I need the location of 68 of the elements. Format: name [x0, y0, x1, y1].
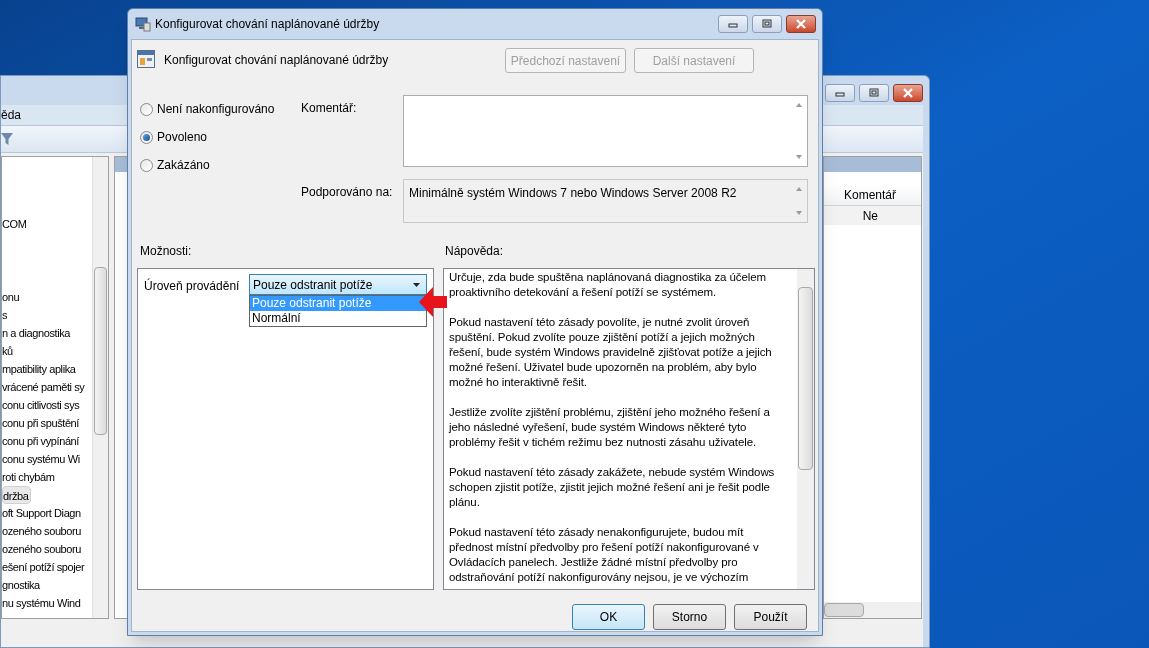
- tree-item[interactable]: conu citlivosti sys: [2, 396, 81, 414]
- tree-item[interactable]: gnostika: [2, 576, 41, 594]
- close-button[interactable]: [893, 84, 923, 102]
- tree-item[interactable]: n a diagnostika: [2, 324, 71, 342]
- dialog-header: Konfigurovat chování naplánované údržby: [164, 52, 390, 69]
- caret-icon: [413, 282, 420, 287]
- computer-icon: [135, 16, 151, 32]
- tree-item[interactable]: s: [2, 306, 9, 324]
- arrow-icon: [419, 287, 447, 317]
- dropdown-field[interactable]: Pouze odstranit potíže: [249, 274, 427, 295]
- maximize-button[interactable]: [752, 15, 782, 33]
- minimize-button[interactable]: [718, 15, 748, 33]
- horizontal-scrollbar[interactable]: [824, 602, 921, 618]
- scrollbar-arrows-icon: [795, 101, 803, 161]
- radio-label: Povoleno: [157, 129, 208, 146]
- help-paragraph: Pokud nastavení této zásady povolíte, je nutné zvolit úroveň spuštění. Pokud zvolíte pouze zjištění potíží a jejich možných řešení, bude systém Windows pravidelně zjišťovat potíže a jejich možné řešení. Uživatel bude upozorněn na problém, aby bylo možné ho interaktivně řešit.: [449, 315, 773, 390]
- field-label: Komentář:: [301, 100, 358, 117]
- maximize-icon: [761, 19, 773, 29]
- help-paragraph: Určuje, zda bude spuštěna naplánovaná diagnostika za účelem proaktivního detekování a řešení potíží se systémem.: [449, 270, 767, 300]
- close-icon: [902, 88, 914, 98]
- dialog-button[interactable]: Použít: [734, 604, 807, 630]
- tree-item[interactable]: ozeného souboru: [2, 540, 82, 558]
- filter-icon: [1, 132, 13, 146]
- tree-item[interactable]: conu při vypínání: [2, 432, 80, 450]
- window-title: Konfigurovat chování naplánované údržby: [155, 16, 380, 33]
- tree-item[interactable]: ešení potíží spojer: [2, 558, 86, 576]
- tree-item[interactable]: conu systému Wi: [2, 450, 81, 468]
- section-label: Nápověda:: [445, 243, 504, 260]
- maximize-icon: [868, 88, 880, 98]
- radio-label: Zakázáno: [157, 157, 210, 174]
- tree-item[interactable]: nu systému Wind: [2, 594, 82, 612]
- tree-item[interactable]: oft Support Diagn: [2, 504, 82, 522]
- scrollbar-thumb[interactable]: [798, 287, 813, 470]
- dialog-button[interactable]: Storno: [653, 604, 726, 630]
- scrollbar-thumb[interactable]: [94, 267, 107, 435]
- tree-item[interactable]: conu při spuštění: [2, 414, 80, 432]
- close-icon: [795, 19, 807, 29]
- minimize-button[interactable]: [825, 84, 855, 102]
- tree-item[interactable]: ozeného souboru: [2, 522, 82, 540]
- tree-item[interactable]: držba: [2, 486, 31, 504]
- radio-button[interactable]: [140, 131, 153, 144]
- maximize-button[interactable]: [859, 84, 889, 102]
- scrollbar[interactable]: [92, 157, 108, 618]
- supported-platforms-text: Minimálně systém Windows 7 nebo Windows Server 2008 R2: [409, 184, 737, 202]
- tree-item[interactable]: COM: [2, 215, 28, 233]
- option-label: Úroveň provádění: [144, 277, 240, 295]
- help-paragraph: Pokud nastavení této zásady nenakonfigurujete, budou mít přednost místní předvolby pro řešení potíží nakonfigurované v Ovládacích panelech. Jestliže žádné místní předvolby pro odstraňování potíží nakonfigurovány nejsou, je ve výchozím: [449, 525, 760, 585]
- scrollbar[interactable]: [797, 269, 814, 589]
- dropdown-option[interactable]: Normální: [250, 311, 426, 326]
- close-button[interactable]: [786, 15, 816, 33]
- tree-item[interactable]: roti chybám: [2, 468, 56, 486]
- table-cell: Ne: [824, 206, 921, 225]
- tree-item[interactable]: mpatibility aplika: [2, 360, 77, 378]
- tree-item[interactable]: vrácené paměti sy: [2, 378, 86, 396]
- radio-button[interactable]: [140, 103, 153, 116]
- field-label: Podporováno na:: [301, 183, 394, 201]
- scrollbar-thumb[interactable]: [824, 603, 864, 617]
- tree-item[interactable]: ků: [2, 342, 14, 360]
- dialog-button[interactable]: OK: [572, 604, 645, 630]
- tree-item[interactable]: onu: [2, 288, 21, 306]
- section-label: Možnosti:: [140, 243, 193, 260]
- comment-field[interactable]: [403, 95, 808, 167]
- help-paragraph: Pokud nastavení této zásady zakážete, nebude systém Windows schopen zjistit potíže, zjistit jejich možné řešení ani je řešit podle plánu.: [449, 465, 775, 510]
- policy-icon: [137, 50, 155, 68]
- radio-label: Není nakonfigurováno: [157, 101, 275, 118]
- menu-item[interactable]: ěda: [1, 106, 22, 124]
- radio-button[interactable]: [140, 159, 153, 172]
- help-paragraph: Jestliže zvolíte zjištění problému, zjištění jeho možného řešení a jeho následné vyřešení, bude systém Windows některé tyto problémy řešit v tichém režimu bez nutnosti zásahu uživatele.: [449, 405, 771, 450]
